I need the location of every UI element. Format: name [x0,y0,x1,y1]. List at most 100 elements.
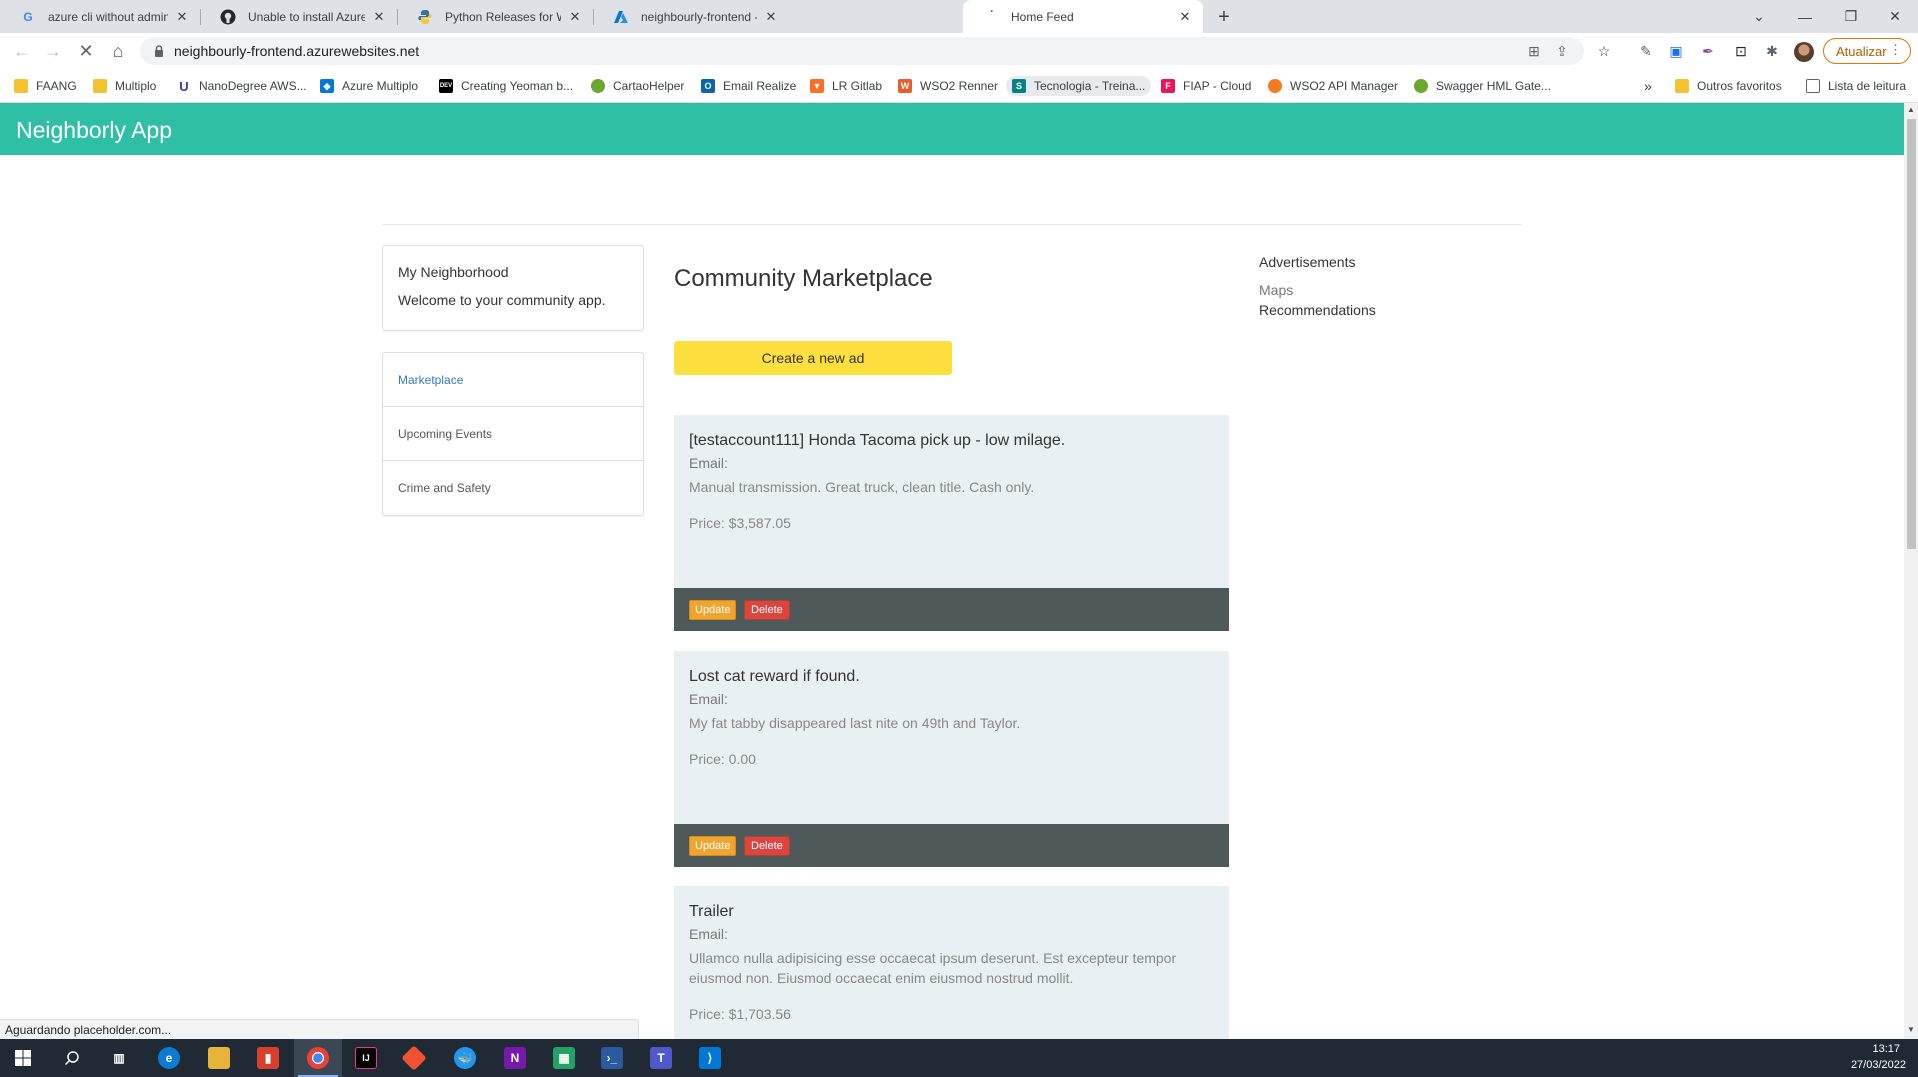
recommendations-link[interactable]: Recommendations [1259,302,1376,318]
docker-icon[interactable]: 🐳 [454,1047,476,1069]
screen-capture-extension-icon[interactable]: ▣ [1666,41,1686,61]
delete-button[interactable]: Delete [744,600,790,620]
pen-extension-icon[interactable]: ✒ [1698,41,1718,61]
bookmark-item[interactable]: ▼ LR Gitlab [810,77,882,95]
update-button[interactable]: Update [689,836,737,856]
office-icon[interactable]: ▮ [257,1047,279,1069]
bookmark-item[interactable]: ◆ Azure Multiplo [320,77,418,95]
chrome-icon[interactable] [307,1047,329,1069]
close-window-button[interactable]: ✕ [1872,0,1918,33]
close-icon[interactable]: ✕ [1177,9,1193,25]
create-ad-button[interactable]: Create a new ad [674,341,952,375]
close-icon[interactable]: ✕ [174,9,190,25]
bookmark-item[interactable]: S Tecnologia - Treina... [1006,76,1152,96]
bookmark-label: Creating Yeoman b... [461,79,574,93]
scrollbar-thumb[interactable] [1907,119,1916,549]
home-icon[interactable]: ⌂ [106,39,130,63]
sidebar-item-marketplace[interactable]: Marketplace [383,353,643,407]
edge-icon[interactable]: e [158,1047,180,1069]
scroll-up-arrow-icon[interactable]: ▲ [1904,105,1918,117]
folder-icon [14,79,28,93]
restore-button[interactable]: ❐ [1828,0,1874,33]
intellij-icon[interactable]: IJ [355,1047,377,1069]
back-button[interactable]: ← [10,39,34,63]
ad-price: Price: $3,587.05 [689,515,791,531]
ad-title: Lost cat reward if found. [689,668,860,685]
bookmark-item[interactable]: Multiplo [93,77,156,95]
neighborhood-title: My Neighborhood [398,264,509,280]
update-browser-button[interactable]: Atualizar ⋮ [1823,38,1911,64]
azure-devops-icon: ◆ [320,79,334,93]
onenote-icon[interactable]: N [504,1047,526,1069]
browser-tab[interactable]: neighbourly-frontend - Microsof ✕ [593,0,789,33]
search-icon[interactable] [61,1047,83,1069]
tab-search-icon[interactable]: ⌄ [1736,0,1782,33]
powershell-icon[interactable]: ›_ [601,1047,623,1069]
ad-card: Trailer Email: Ullamco nulla adipisicing… [674,886,1229,1039]
bookmarks-overflow-button[interactable]: » [1644,77,1652,95]
bookmark-item[interactable]: F FIAP - Cloud [1161,77,1251,95]
maps-link[interactable]: Maps [1259,282,1293,298]
browser-tab[interactable]: Python Releases for Windows | P ✕ [397,0,593,33]
ad-title: [testaccount111] Honda Tacoma pick up - … [689,432,1066,449]
bookmark-item[interactable]: U NanoDegree AWS... [177,77,306,95]
scroll-down-arrow-icon[interactable]: ▼ [1904,1025,1918,1037]
git-icon[interactable] [401,1045,427,1071]
zoom-extension-icon[interactable]: ⊡ [1731,41,1751,61]
close-icon[interactable]: ✕ [763,9,779,25]
reading-list-button[interactable]: Lista de leitura [1806,77,1906,95]
sidebar-item-crime-and-safety[interactable]: Crime and Safety [383,461,643,515]
clock-date[interactable]: 27/03/2022 [1851,1059,1906,1071]
page-scrollbar[interactable]: ▲ ▼ [1904,103,1918,1039]
share-icon[interactable]: ⇪ [1552,41,1572,61]
address-bar[interactable]: neighbourly-frontend.azurewebsites.net ⊞… [140,37,1584,65]
clock-time[interactable]: 13:17 [1872,1043,1900,1055]
file-explorer-icon[interactable] [208,1047,230,1069]
neighborhood-welcome: Welcome to your community app. [398,292,606,308]
ad-description: My fat tabby disappeared last nite on 49… [689,715,1021,731]
sidebar-nav: Marketplace Upcoming Events Crime and Sa… [382,352,644,516]
close-icon[interactable]: ✕ [371,9,387,25]
translate-icon[interactable]: ⊞ [1524,41,1544,61]
bookmark-item[interactable]: DEV Creating Yeoman b... [439,77,573,95]
azure-icon [613,9,629,25]
reading-list-icon [1806,79,1820,93]
minimize-button[interactable]: — [1782,0,1828,33]
bookmark-label: LR Gitlab [832,79,883,93]
bookmark-item[interactable]: FAANG [14,77,77,95]
bookmark-item[interactable]: CartaoHelper [591,77,684,95]
new-tab-button[interactable]: + [1212,5,1236,29]
forward-button[interactable]: → [41,39,65,63]
app-title[interactable]: Neighborly App [16,117,172,144]
folder-icon [93,79,107,93]
teams-icon[interactable]: T [650,1047,672,1069]
vscode-icon[interactable]: ⟩ [699,1047,721,1069]
browser-tab[interactable]: G azure cli without admin rights - F ✕ [0,0,200,33]
update-button[interactable]: Update [689,600,737,620]
close-icon[interactable]: ✕ [567,9,583,25]
bookmark-item[interactable]: Swagger HML Gate... [1414,77,1551,95]
task-view-icon[interactable]: ▥ [108,1047,130,1069]
browser-tab-strip: G azure cli without admin rights - F ✕ U… [0,0,1918,33]
browser-tab[interactable]: Unable to install Azure CLI on Wi ✕ [200,0,397,33]
sheets-icon[interactable]: ▦ [553,1047,575,1069]
python-icon [417,9,433,25]
browser-tab-active[interactable]: Home Feed ✕ [963,0,1203,33]
delete-button[interactable]: Delete [744,836,790,856]
stop-loading-button[interactable]: ✕ [74,39,98,63]
bookmark-item[interactable]: WSO2 API Manager [1268,77,1398,95]
other-favorites-folder[interactable]: Outros favoritos [1675,77,1782,95]
windows-taskbar: ▥ e ▮ IJ 🐳 N ▦ ›_ T ⟩ 13:17 27/03/2022 [0,1039,1918,1077]
google-g-icon: G [23,9,33,24]
extensions-puzzle-icon[interactable]: ✱ [1762,41,1782,61]
windows-start-icon[interactable] [12,1047,34,1069]
eyedropper-extension-icon[interactable]: ✎ [1636,41,1656,61]
bookmark-label: CartaoHelper [613,79,685,93]
sidebar-item-upcoming-events[interactable]: Upcoming Events [383,407,643,461]
profile-avatar[interactable] [1794,42,1814,62]
bookmark-item[interactable]: O Email Realize [701,77,796,95]
ad-card: [testaccount111] Honda Tacoma pick up - … [674,415,1229,631]
bookmark-label: Azure Multiplo [342,79,419,93]
bookmark-item[interactable]: W WSO2 Renner [898,77,998,95]
bookmark-star-icon[interactable]: ☆ [1594,41,1614,61]
